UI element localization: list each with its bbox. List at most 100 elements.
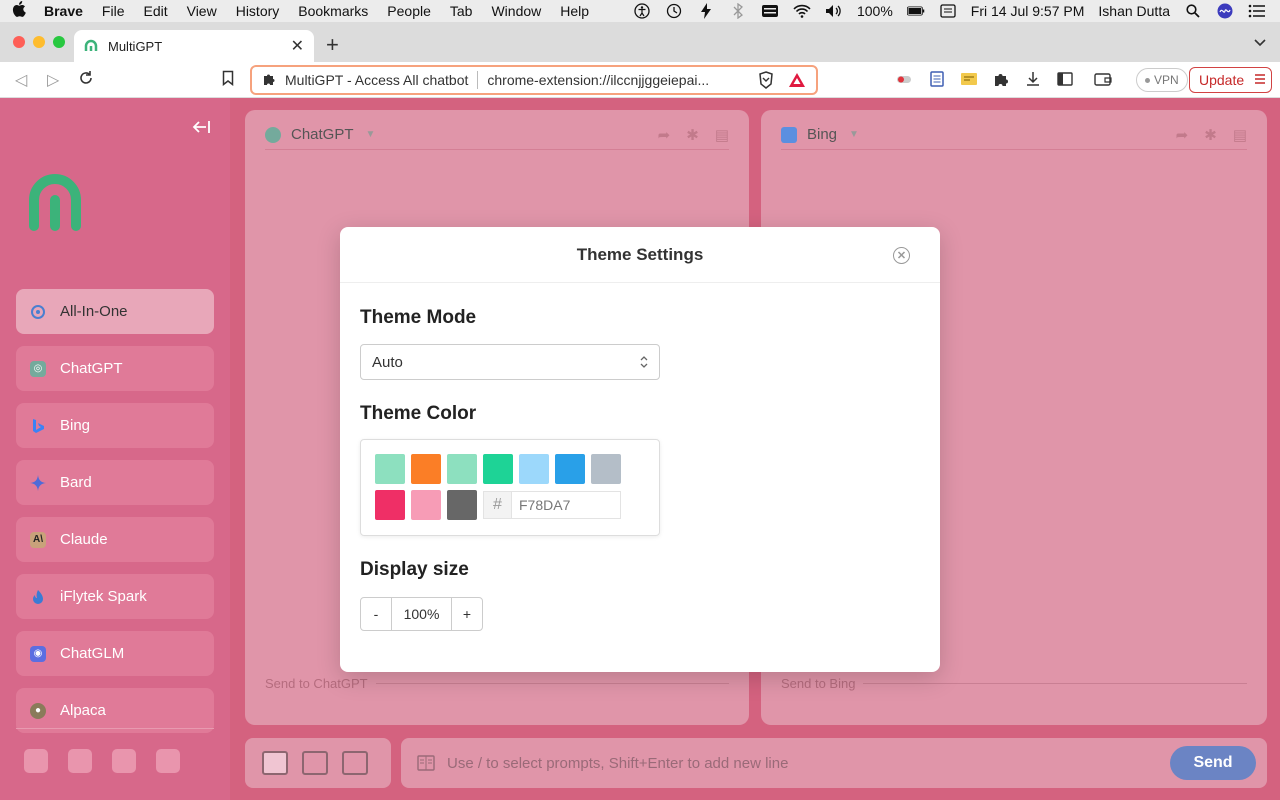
address-bar[interactable]: MultiGPT - Access All chatbot chrome-ext… xyxy=(250,65,818,95)
new-tab-icon[interactable]: + xyxy=(326,34,339,56)
back-icon[interactable]: ◁ xyxy=(15,70,27,90)
close-window-button[interactable] xyxy=(13,36,25,48)
volume-icon[interactable] xyxy=(825,4,843,18)
forward-icon[interactable]: ▷ xyxy=(47,70,59,90)
history-icon[interactable]: ▤ xyxy=(715,126,729,144)
url-text[interactable]: chrome-extension://ilccnjjggeiepai... xyxy=(487,72,748,88)
time-machine-icon[interactable] xyxy=(665,3,683,19)
user-name[interactable]: Ishan Dutta xyxy=(1098,3,1170,19)
color-swatch[interactable] xyxy=(375,490,405,520)
color-swatch-selected[interactable] xyxy=(409,488,443,522)
send-button[interactable]: Send xyxy=(1170,746,1256,780)
collapse-sidebar-icon[interactable] xyxy=(192,120,212,139)
close-tab-icon[interactable]: ✕ xyxy=(291,36,304,56)
palette-icon[interactable] xyxy=(112,749,136,773)
zoom-window-button[interactable] xyxy=(53,36,65,48)
menu-view[interactable]: View xyxy=(187,3,217,19)
layout-two-column-icon[interactable] xyxy=(262,751,288,775)
color-swatch[interactable] xyxy=(447,454,477,484)
browser-tab[interactable]: MultiGPT ✕ xyxy=(74,30,314,62)
prompt-input[interactable]: Use / to select prompts, Shift+Enter to … xyxy=(401,738,1267,788)
brave-rewards-icon[interactable] xyxy=(788,72,806,88)
wallet-icon[interactable] xyxy=(1094,70,1112,88)
sidebar-item-alpaca[interactable]: ● Alpaca xyxy=(16,688,214,733)
color-swatch[interactable] xyxy=(447,490,477,520)
menu-window[interactable]: Window xyxy=(491,3,541,19)
sidebar-item-chatgpt[interactable]: ◎ ChatGPT xyxy=(16,346,214,391)
apple-icon[interactable] xyxy=(12,0,26,22)
menu-people[interactable]: People xyxy=(387,3,431,19)
panel-title[interactable]: Bing xyxy=(807,126,837,143)
theme-mode-select[interactable]: Auto xyxy=(360,344,660,380)
clock[interactable]: Fri 14 Jul 9:57 PM xyxy=(971,3,1085,19)
panel-header: Bing ▼ ➦ ✱ ▤ xyxy=(781,120,1247,150)
brave-shields-icon[interactable] xyxy=(758,71,774,89)
share-icon[interactable]: ➦ xyxy=(1176,126,1189,144)
spotlight-search-icon[interactable] xyxy=(1184,4,1202,18)
toggle-extension-icon[interactable] xyxy=(896,70,914,88)
bluetooth-icon[interactable] xyxy=(729,3,747,19)
chevron-down-icon[interactable]: ▼ xyxy=(366,129,376,140)
color-swatch[interactable] xyxy=(411,454,441,484)
menu-tab[interactable]: Tab xyxy=(450,3,473,19)
menu-bookmarks[interactable]: Bookmarks xyxy=(298,3,368,19)
sidebar-item-iflytek-spark[interactable]: iFlytek Spark xyxy=(16,574,214,619)
panel-title[interactable]: ChatGPT xyxy=(291,126,354,143)
sidebar-item-chatglm[interactable]: ◉ ChatGLM xyxy=(16,631,214,676)
github-icon[interactable] xyxy=(24,749,48,773)
send-to-label[interactable]: Send to ChatGPT xyxy=(265,676,368,691)
siri-icon[interactable] xyxy=(1216,3,1234,19)
vpn-button[interactable]: VPN xyxy=(1136,68,1188,92)
layout-grid-icon[interactable] xyxy=(342,751,368,775)
wifi-icon[interactable] xyxy=(793,4,811,18)
reader-icon[interactable] xyxy=(928,70,946,88)
layout-three-column-icon[interactable] xyxy=(302,751,328,775)
menu-file[interactable]: File xyxy=(102,3,125,19)
chevron-down-icon[interactable]: ▼ xyxy=(849,129,859,140)
decrease-size-button[interactable]: - xyxy=(361,598,391,630)
control-strip-icon[interactable] xyxy=(939,4,957,18)
increase-size-button[interactable]: + xyxy=(452,598,482,630)
history-icon[interactable]: ▤ xyxy=(1233,126,1247,144)
notification-center-icon[interactable] xyxy=(1248,4,1266,18)
sidebar-item-all-in-one[interactable]: All-In-One xyxy=(16,289,214,334)
download-icon[interactable] xyxy=(1024,70,1042,88)
feedback-icon[interactable] xyxy=(68,749,92,773)
accessibility-icon[interactable] xyxy=(633,3,651,19)
minimize-window-button[interactable] xyxy=(33,36,45,48)
battery-icon[interactable] xyxy=(906,4,925,18)
color-swatch[interactable] xyxy=(555,454,585,484)
color-swatch[interactable] xyxy=(519,454,549,484)
bookmark-icon[interactable] xyxy=(222,70,234,91)
chevron-down-icon[interactable] xyxy=(1254,36,1266,50)
gear-icon[interactable] xyxy=(156,749,180,773)
clean-icon[interactable]: ✱ xyxy=(686,126,699,144)
update-button[interactable]: Update xyxy=(1189,67,1272,93)
send-to-label[interactable]: Send to Bing xyxy=(781,676,855,691)
sidebar-item-claude[interactable]: A\ Claude xyxy=(16,517,214,562)
display-size-value[interactable]: 100% xyxy=(391,598,452,630)
browser-toolbar: ◁ ▷ MultiGPT - Access All chatbot chrome… xyxy=(0,62,1280,98)
menu-edit[interactable]: Edit xyxy=(143,3,167,19)
menu-history[interactable]: History xyxy=(236,3,280,19)
hex-color-input[interactable]: # F78DA7 xyxy=(483,491,621,519)
prompt-library-icon[interactable] xyxy=(417,755,435,771)
clean-icon[interactable]: ✱ xyxy=(1204,126,1217,144)
sidebar-item-bing[interactable]: Bing xyxy=(16,403,214,448)
extensions-puzzle-icon[interactable] xyxy=(992,70,1010,88)
color-swatch[interactable] xyxy=(483,454,513,484)
ticket-extension-icon[interactable] xyxy=(960,70,978,88)
color-swatch[interactable] xyxy=(591,454,621,484)
share-icon[interactable]: ➦ xyxy=(658,126,671,144)
sidebar-item-bard[interactable]: Bard xyxy=(16,460,214,505)
color-swatch[interactable] xyxy=(375,454,405,484)
macos-menubar: Brave File Edit View History Bookmarks P… xyxy=(0,0,1280,22)
menu-brave[interactable]: Brave xyxy=(44,3,83,19)
menu-help[interactable]: Help xyxy=(560,3,589,19)
battery-percent: 100% xyxy=(856,3,893,19)
close-icon[interactable]: ✕ xyxy=(893,247,910,264)
reload-icon[interactable] xyxy=(78,70,94,91)
keyboard-icon[interactable] xyxy=(761,4,779,18)
bolt-icon[interactable] xyxy=(697,3,715,19)
sidebar-toggle-icon[interactable] xyxy=(1056,70,1074,88)
